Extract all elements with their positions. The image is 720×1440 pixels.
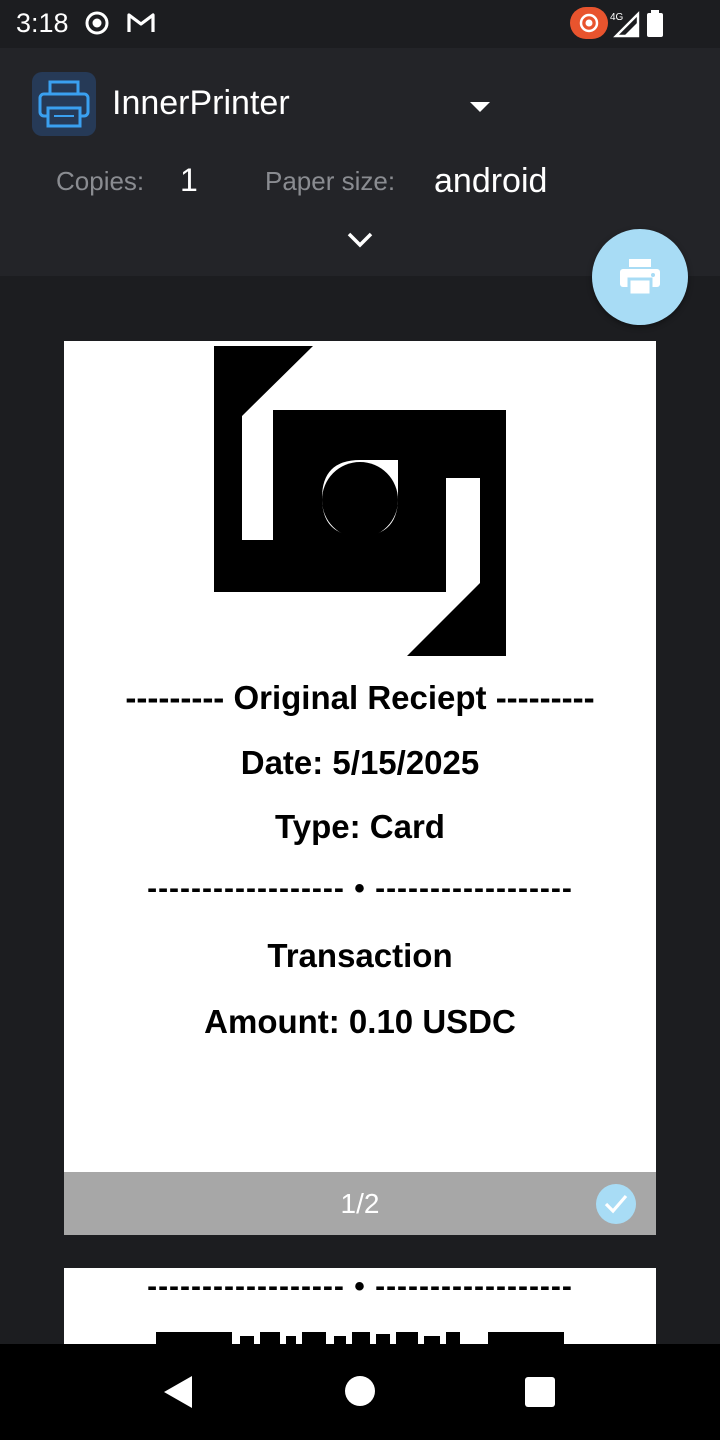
receipt-amount: Amount: 0.10 USDC — [204, 1003, 516, 1040]
brand-logo — [214, 346, 506, 656]
qr-code-partial — [156, 1332, 564, 1344]
page-footer: 1/2 — [64, 1172, 656, 1235]
screen-record-icon — [84, 10, 110, 41]
paper-size-select[interactable]: android — [434, 162, 547, 201]
network-type: 4G — [610, 12, 624, 23]
preview-page-1[interactable]: --------- Original Reciept --------- Dat… — [64, 341, 656, 1235]
recents-icon[interactable] — [524, 1376, 556, 1413]
home-icon[interactable] — [344, 1375, 376, 1412]
receipt-divider: ------------------ • ------------------ — [147, 1270, 573, 1303]
back-icon[interactable] — [160, 1374, 196, 1415]
expand-options-chevron-icon[interactable] — [342, 224, 378, 254]
status-bar: 3:18 4G — [0, 0, 720, 48]
system-navigation-bar — [0, 1344, 720, 1440]
copies-input[interactable]: 1 — [180, 162, 198, 199]
printer-app-icon — [32, 72, 96, 136]
signal-icon: 4G — [610, 10, 640, 43]
status-time: 3:18 — [16, 8, 69, 38]
receipt-type: Type: Card — [275, 808, 445, 845]
print-icon — [620, 259, 660, 295]
copies-label: Copies: — [56, 166, 145, 196]
gmail-icon — [126, 10, 156, 41]
receipt-transaction-label: Transaction — [267, 937, 453, 974]
page-number: 1/2 — [340, 1188, 380, 1219]
battery-icon — [646, 10, 664, 43]
printer-name[interactable]: InnerPrinter — [112, 84, 290, 123]
cast-icon — [570, 7, 608, 44]
print-button[interactable] — [592, 229, 688, 325]
preview-page-2[interactable]: ------------------ • ------------------ — [64, 1268, 656, 1344]
receipt-divider: ------------------ • ------------------ — [147, 872, 573, 905]
page-selected-check-icon[interactable] — [596, 1184, 636, 1224]
paper-size-label: Paper size: — [265, 166, 396, 196]
receipt-date: Date: 5/15/2025 — [240, 744, 480, 781]
receipt-title: --------- Original Reciept --------- — [125, 679, 595, 716]
printer-dropdown-icon[interactable] — [462, 92, 498, 120]
